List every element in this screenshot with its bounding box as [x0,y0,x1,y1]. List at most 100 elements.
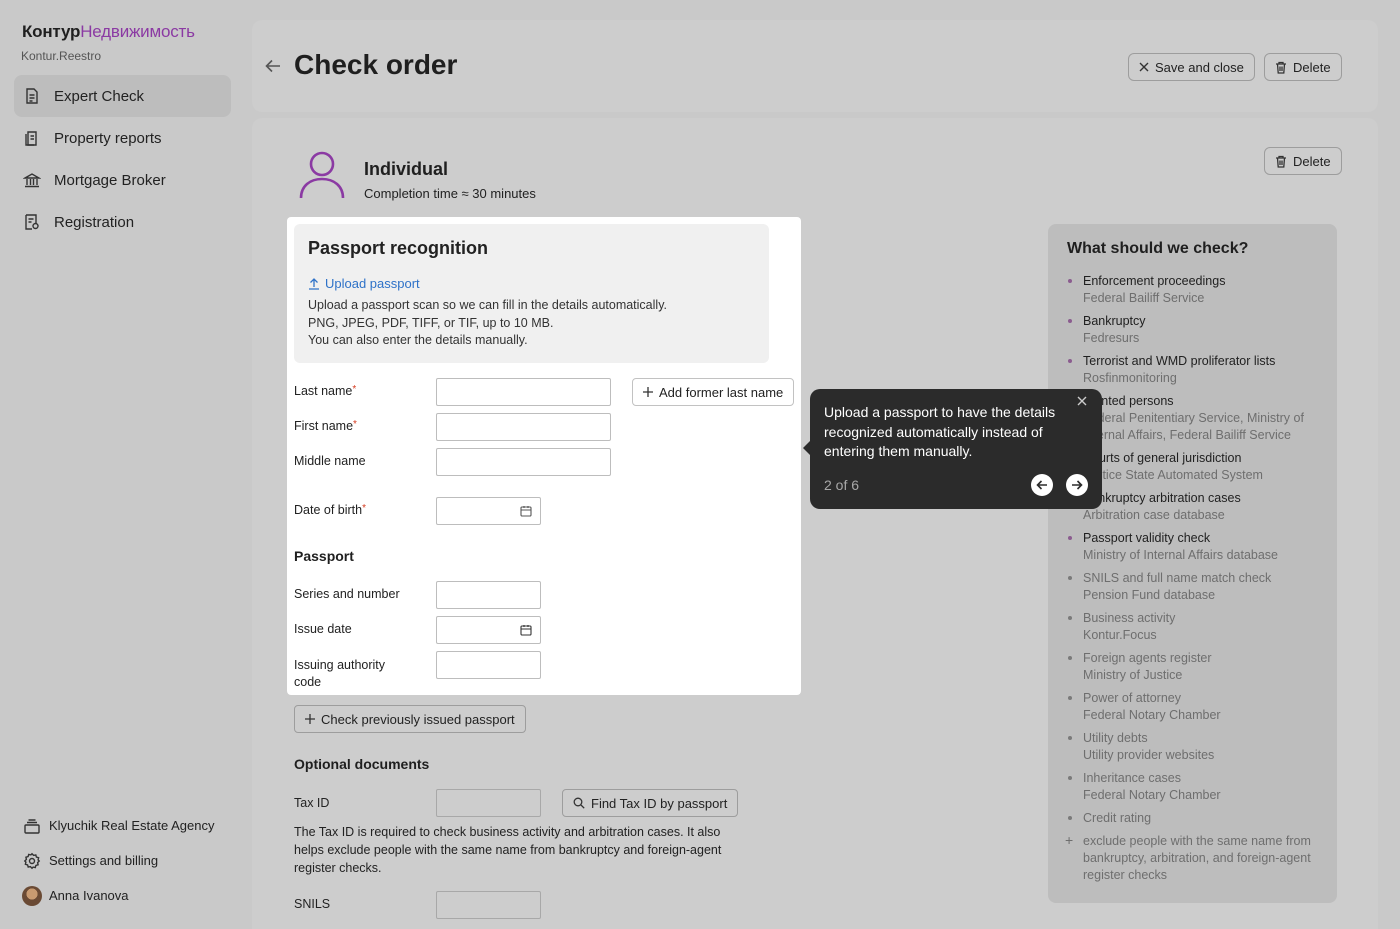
date-of-birth-input[interactable] [436,497,541,525]
user-profile-item[interactable]: Anna Ivanova [22,878,214,913]
close-icon [1139,62,1149,72]
find-tax-id-label: Find Tax ID by passport [591,795,728,811]
sidebar-item-label: Mortgage Broker [54,171,166,189]
settings-label: Settings and billing [49,853,159,868]
tax-id-input[interactable] [436,789,541,817]
passport-recognition-title: Passport recognition [308,238,489,258]
date-of-birth-label: Date of birth [294,503,362,517]
check-previous-passport-button[interactable]: Check previously issued passport [294,705,526,733]
reports-icon [22,128,42,148]
tooltip-text: Upload a passport to have the details re… [824,404,1056,459]
list-item[interactable]: Business activity Kontur.Focus [1067,610,1329,644]
tooltip-step-counter: 2 of 6 [824,477,860,493]
sidebar-item-registration[interactable]: Registration [14,201,231,243]
first-name-input[interactable] [436,413,611,441]
delete-label: Delete [1293,59,1331,75]
list-item[interactable]: Passport validity check Ministry of Inter… [1067,530,1329,564]
settings-item[interactable]: Settings and billing [22,843,214,878]
plus-icon [643,387,653,397]
list-item[interactable]: SNILS and full name match check Pension F… [1067,570,1329,604]
issue-date-input[interactable] [436,616,541,644]
recognition-description: Upload a passport scan so we can fill in… [308,298,667,347]
trash-icon [1275,155,1287,168]
person-icon [299,151,345,199]
issuing-authority-code-input[interactable] [436,651,541,679]
list-item[interactable]: Utility debts Utility provider websites [1067,730,1329,764]
sidebar-item-label: Property reports [54,129,162,147]
delete-order-button[interactable]: Delete [1264,53,1342,81]
optional-documents-heading: Optional documents [294,756,430,772]
page-title: Check order [294,49,458,80]
tooltip-prev-button[interactable] [1031,474,1053,496]
sidebar-nav: Expert Check Property reports Mortgage B… [14,75,231,243]
save-and-close-label: Save and close [1155,59,1244,75]
calendar-icon[interactable] [520,624,532,636]
upload-passport-link[interactable]: Upload passport [308,276,420,291]
passport-heading: Passport [294,548,354,564]
sidebar-item-property-reports[interactable]: Property reports [14,117,231,159]
completion-time: Completion time ≈ 30 minutes [364,186,536,201]
issue-date-label: Issue date [294,622,352,636]
list-item[interactable]: Bankruptcy arbitration cases Arbitration … [1067,490,1329,524]
onboarding-tooltip: Upload a passport to have the details re… [803,389,1102,509]
delete-label: Delete [1293,153,1331,169]
check-panel-title: What should we check? [1067,240,1249,257]
close-icon[interactable] [1076,395,1088,407]
tooltip-next-button[interactable] [1066,474,1088,496]
series-number-label: Series and number [294,587,400,601]
sidebar-bottom: Klyuchik Real Estate Agency Settings and… [22,808,214,913]
delete-individual-button[interactable]: Delete [1264,147,1342,175]
brand-logo[interactable]: КонтурНедвижимость [22,22,195,42]
sidebar-item-label: Expert Check [54,87,145,105]
last-name-input[interactable] [436,378,611,406]
sidebar-item-mortgage-broker[interactable]: Mortgage Broker [14,159,231,201]
list-item[interactable]: Inheritance cases Federal Notary Chamber [1067,770,1329,804]
sidebar-item-expert-check[interactable]: Expert Check [14,75,231,117]
calendar-icon[interactable] [520,505,532,517]
list-item[interactable]: Power of attorney Federal Notary Chamber [1067,690,1329,724]
upload-icon [308,277,320,290]
organization-item[interactable]: Klyuchik Real Estate Agency [22,808,214,843]
gear-icon [22,851,42,871]
registration-icon [22,212,42,232]
check-previous-label: Check previously issued passport [321,711,515,727]
list-item[interactable]: Terrorist and WMD proliferator lists Rosf… [1067,353,1329,387]
issuing-authority-code-label: Issuing authority code [294,658,386,689]
trash-icon [1275,61,1287,74]
find-tax-id-button[interactable]: Find Tax ID by passport [562,789,739,817]
list-item[interactable]: Wanted persons Federal Penitentiary Servi… [1067,393,1329,444]
document-icon [22,86,42,106]
arrow-right-icon [1072,480,1083,490]
organization-icon [22,816,42,836]
first-name-label: First name [294,419,353,433]
arrow-left-icon [1036,480,1047,490]
user-name: Anna Ivanova [49,888,129,903]
sidebar: КонтурНедвижимость Kontur.Reestro Expert… [0,0,244,929]
upload-passport-label: Upload passport [325,276,420,291]
check-list: Enforcement proceedings Federal Bailiff S… [1065,273,1329,890]
list-item[interactable]: exclude people with the same name from b… [1065,832,1329,884]
add-former-last-name-button[interactable]: Add former last name [632,378,795,406]
list-item[interactable]: Credit rating [1067,810,1329,827]
snils-input[interactable] [436,891,541,919]
list-item[interactable]: Bankruptcy Fedresurs [1067,313,1329,347]
list-item[interactable]: Enforcement proceedings Federal Bailiff S… [1067,273,1329,307]
middle-name-input[interactable] [436,448,611,476]
plus-icon [305,714,315,724]
search-icon [573,797,585,809]
list-item[interactable]: Foreign agents register Ministry of Justi… [1067,650,1329,684]
middle-name-label: Middle name [294,454,366,468]
last-name-label: Last name [294,384,352,398]
brand-subtitle: Kontur.Reestro [21,49,102,63]
bank-icon [22,170,42,190]
add-former-label: Add former last name [659,384,784,400]
back-arrow-icon[interactable] [263,56,283,76]
tax-id-label: Tax ID [294,796,330,810]
save-and-close-button[interactable]: Save and close [1128,53,1255,81]
avatar [22,885,42,906]
series-number-input[interactable] [436,581,541,609]
list-item[interactable]: Courts of general jurisdiction Justice St… [1067,450,1329,484]
snils-label: SNILS [294,897,331,911]
sidebar-item-label: Registration [54,213,135,231]
tax-id-note: The Tax ID is required to check business… [294,825,722,875]
